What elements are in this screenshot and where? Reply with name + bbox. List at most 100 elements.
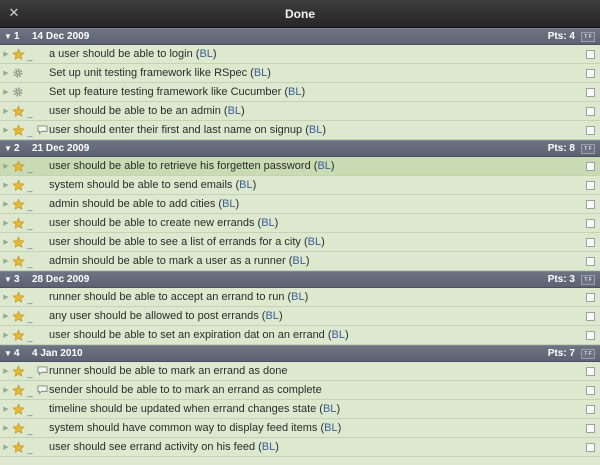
story-row[interactable]: ▶ _ user should be able to retrieve his fo… — [0, 157, 600, 176]
story-select-checkbox[interactable] — [586, 423, 595, 433]
story-name[interactable]: system should have common way to display… — [49, 422, 586, 434]
star-icon[interactable] — [11, 159, 25, 173]
close-icon[interactable]: ✕ — [6, 5, 22, 21]
expand-triangle-icon[interactable]: ▶ — [1, 181, 11, 189]
story-name[interactable]: admin should be able to add cities (BL) — [49, 198, 586, 210]
story-estimate[interactable]: _ — [25, 290, 35, 304]
expand-triangle-icon[interactable]: ▶ — [1, 293, 11, 301]
story-name[interactable]: user should be able to be an admin (BL) — [49, 105, 586, 117]
story-estimate[interactable]: _ — [25, 47, 35, 61]
story-estimate[interactable]: _ — [25, 421, 35, 435]
story-row[interactable]: ▶ _ user should be able to set an expirati… — [0, 326, 600, 345]
story-select-checkbox[interactable] — [586, 106, 595, 116]
gear-icon[interactable] — [11, 85, 25, 99]
story-estimate[interactable]: _ — [25, 254, 35, 268]
story-select-checkbox[interactable] — [586, 256, 595, 266]
story-estimate[interactable]: _ — [25, 383, 35, 397]
story-row[interactable]: ▶ _ user should be able to create new erra… — [0, 214, 600, 233]
story-select-checkbox[interactable] — [586, 125, 595, 135]
story-row[interactable]: ▶ _ user should be able to be an admin (BL… — [0, 102, 600, 121]
story-select-checkbox[interactable] — [586, 366, 595, 376]
tf-toggle-button[interactable]: T F — [581, 348, 595, 359]
story-row[interactable]: ▶ _ admin should be able to add cities (BL… — [0, 195, 600, 214]
story-estimate[interactable]: _ — [25, 235, 35, 249]
story-row[interactable]: ▶ _ a user should be able to login (BL) — [0, 45, 600, 64]
story-name[interactable]: user should be able to set an expiration… — [49, 329, 586, 341]
story-select-checkbox[interactable] — [586, 161, 595, 171]
expand-triangle-icon[interactable]: ▶ — [1, 238, 11, 246]
story-select-checkbox[interactable] — [586, 330, 595, 340]
story-select-checkbox[interactable] — [586, 237, 595, 247]
story-estimate[interactable]: _ — [25, 402, 35, 416]
story-estimate[interactable]: _ — [25, 159, 35, 173]
story-estimate[interactable]: _ — [25, 197, 35, 211]
star-icon[interactable] — [11, 104, 25, 118]
story-row[interactable]: ▶ _ timeline should be updated when errand… — [0, 400, 600, 419]
story-estimate[interactable]: _ — [25, 123, 35, 137]
expand-triangle-icon[interactable]: ▶ — [1, 257, 11, 265]
story-select-checkbox[interactable] — [586, 311, 595, 321]
story-row[interactable]: ▶ _ runner should be able to mark an erran… — [0, 362, 600, 381]
expand-triangle-icon[interactable]: ▶ — [1, 200, 11, 208]
story-select-checkbox[interactable] — [586, 442, 595, 452]
story-select-checkbox[interactable] — [586, 199, 595, 209]
story-select-checkbox[interactable] — [586, 292, 595, 302]
story-estimate[interactable]: _ — [25, 178, 35, 192]
star-icon[interactable] — [11, 421, 25, 435]
star-icon[interactable] — [11, 364, 25, 378]
story-select-checkbox[interactable] — [586, 385, 595, 395]
star-icon[interactable] — [11, 47, 25, 61]
story-name[interactable]: sender should be able to to mark an erra… — [49, 384, 586, 396]
expand-triangle-icon[interactable]: ▶ — [1, 219, 11, 227]
comment-icon[interactable] — [35, 366, 49, 376]
story-row[interactable]: ▶ _ sender should be able to to mark an er… — [0, 381, 600, 400]
story-estimate[interactable]: _ — [25, 309, 35, 323]
expand-triangle-icon[interactable]: ▶ — [1, 443, 11, 451]
story-select-checkbox[interactable] — [586, 87, 595, 97]
story-select-checkbox[interactable] — [586, 49, 595, 59]
collapse-triangle-icon[interactable]: ▼ — [4, 275, 14, 284]
expand-triangle-icon[interactable]: ▶ — [1, 331, 11, 339]
expand-triangle-icon[interactable]: ▶ — [1, 367, 11, 375]
expand-triangle-icon[interactable]: ▶ — [1, 107, 11, 115]
expand-triangle-icon[interactable]: ▶ — [1, 69, 11, 77]
star-icon[interactable] — [11, 197, 25, 211]
star-icon[interactable] — [11, 123, 25, 137]
iteration-header[interactable]: ▼ 3 28 Dec 2009 Pts: 3 T F — [0, 271, 600, 288]
story-estimate[interactable]: _ — [25, 364, 35, 378]
tf-toggle-button[interactable]: T F — [581, 143, 595, 154]
story-name[interactable]: any user should be allowed to post erran… — [49, 310, 586, 322]
iteration-header[interactable]: ▼ 4 4 Jan 2010 Pts: 7 T F — [0, 345, 600, 362]
star-icon[interactable] — [11, 235, 25, 249]
story-name[interactable]: user should be able to retrieve his forg… — [49, 160, 586, 172]
star-icon[interactable] — [11, 290, 25, 304]
story-row[interactable]: ▶ _ user should enter their first and last… — [0, 121, 600, 140]
star-icon[interactable] — [11, 309, 25, 323]
story-row[interactable]: ▶ _ system should have common way to displ… — [0, 419, 600, 438]
story-row[interactable]: ▶ _ admin should be able to mark a user as… — [0, 252, 600, 271]
expand-triangle-icon[interactable]: ▶ — [1, 424, 11, 432]
story-name[interactable]: user should enter their first and last n… — [49, 124, 586, 136]
story-select-checkbox[interactable] — [586, 180, 595, 190]
expand-triangle-icon[interactable]: ▶ — [1, 312, 11, 320]
story-name[interactable]: Set up feature testing framework like Cu… — [49, 86, 586, 98]
story-row[interactable]: ▶ Set up feature testing framework like C… — [0, 83, 600, 102]
star-icon[interactable] — [11, 440, 25, 454]
story-estimate[interactable]: _ — [25, 216, 35, 230]
iteration-header[interactable]: ▼ 1 14 Dec 2009 Pts: 4 T F — [0, 28, 600, 45]
iteration-header[interactable]: ▼ 2 21 Dec 2009 Pts: 8 T F — [0, 140, 600, 157]
star-icon[interactable] — [11, 328, 25, 342]
expand-triangle-icon[interactable]: ▶ — [1, 126, 11, 134]
expand-triangle-icon[interactable]: ▶ — [1, 50, 11, 58]
comment-icon[interactable] — [35, 385, 49, 395]
story-name[interactable]: runner should be able to accept an erran… — [49, 291, 586, 303]
expand-triangle-icon[interactable]: ▶ — [1, 88, 11, 96]
star-icon[interactable] — [11, 383, 25, 397]
story-row[interactable]: ▶ _ runner should be able to accept an err… — [0, 288, 600, 307]
story-name[interactable]: user should see errand activity on his f… — [49, 441, 586, 453]
story-select-checkbox[interactable] — [586, 404, 595, 414]
story-row[interactable]: ▶ _ user should be able to see a list of e… — [0, 233, 600, 252]
story-row[interactable]: ▶ _ system should be able to send emails (… — [0, 176, 600, 195]
expand-triangle-icon[interactable]: ▶ — [1, 162, 11, 170]
tf-toggle-button[interactable]: T F — [581, 274, 595, 285]
